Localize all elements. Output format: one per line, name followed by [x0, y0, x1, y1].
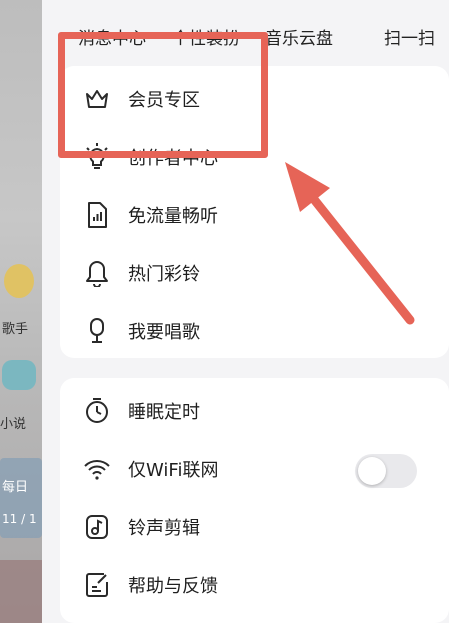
annotation-arrow — [285, 162, 415, 325]
